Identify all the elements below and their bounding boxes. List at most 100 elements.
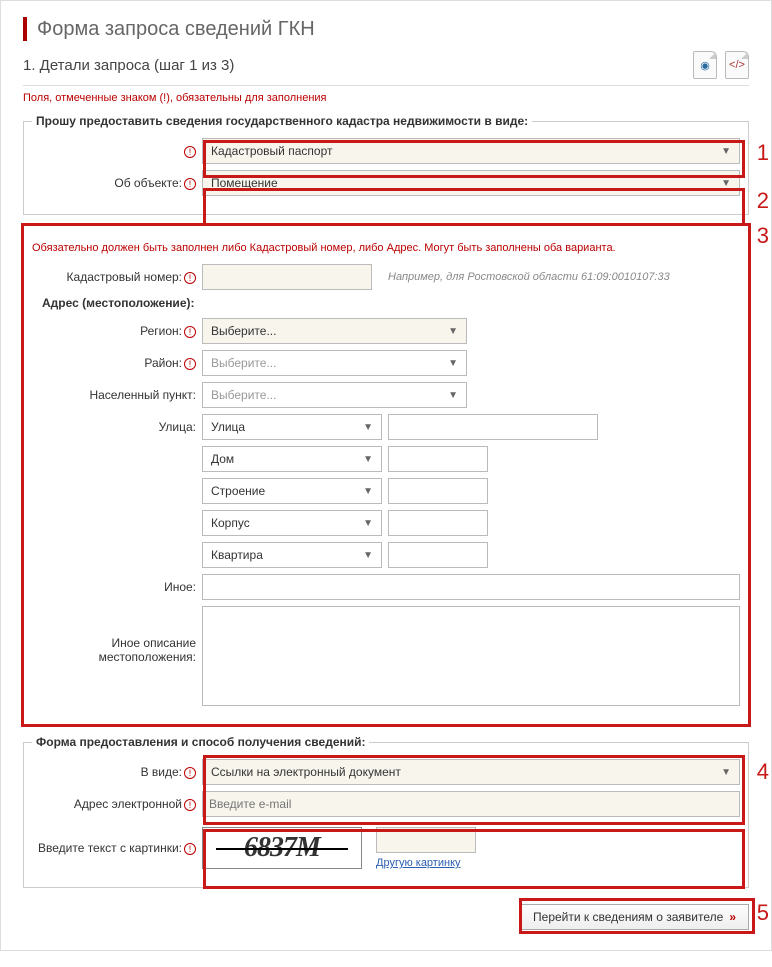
address-subheader: Адрес (местоположение): [42, 296, 740, 310]
row-building: Строение ▼ [32, 478, 740, 504]
chevron-down-icon: ▼ [448, 326, 458, 337]
captcha-image: 6837M [202, 827, 362, 869]
row-object: Об объекте:! Помещение ▼ [32, 170, 740, 196]
building-type-select[interactable]: Строение ▼ [202, 478, 382, 504]
title-accent-bar [23, 17, 27, 41]
settlement-select[interactable]: Выберите... ▼ [202, 382, 467, 408]
region-select[interactable]: Выберите... ▼ [202, 318, 467, 344]
row-flat: Квартира ▼ [32, 542, 740, 568]
chevron-down-icon: ▼ [363, 518, 373, 529]
district-select[interactable]: Выберите... ▼ [202, 350, 467, 376]
row-other: Иное: [32, 574, 740, 600]
doc-type-value: Кадастровый паспорт [211, 144, 332, 158]
row-cadastral: Кадастровый номер:! Например, для Ростов… [32, 264, 740, 290]
street-name-input[interactable] [388, 414, 598, 440]
section2-note: Обязательно должен быть заполнен либо Ка… [32, 242, 740, 254]
chevron-down-icon: ▼ [721, 178, 731, 189]
section-delivery: Форма предоставления и способ получения … [23, 735, 749, 888]
required-icon: ! [184, 358, 196, 370]
section-object-details: Обязательно должен быть заполнен либо Ка… [23, 225, 749, 725]
captcha-input[interactable] [376, 827, 476, 853]
required-icon: ! [184, 843, 196, 855]
captcha-refresh-link[interactable]: Другую картинку [376, 857, 476, 869]
chevron-down-icon: ▼ [363, 550, 373, 561]
doc-format-icons: ◉ </> [693, 51, 749, 79]
row-street: Улица: Улица ▼ [32, 414, 740, 440]
street-type-select[interactable]: Улица ▼ [202, 414, 382, 440]
chevron-down-icon: ▼ [448, 358, 458, 369]
cadastral-hint: Например, для Ростовской области 61:09:0… [388, 271, 670, 283]
doc-type-select[interactable]: Кадастровый паспорт ▼ [202, 138, 740, 164]
arrow-right-icon: » [729, 910, 736, 924]
step-title: 1. Детали запроса (шаг 1 из 3) [23, 57, 234, 74]
format-label: В виде:! [32, 765, 202, 779]
xml-icon: </> [729, 59, 745, 71]
chevron-down-icon: ▼ [721, 767, 731, 778]
settlement-label: Населенный пункт: [32, 388, 202, 402]
preview-doc-icon[interactable]: ◉ [693, 51, 717, 79]
form-page: Форма запроса сведений ГКН 1. Детали зап… [0, 0, 772, 951]
row-email: Адрес электронной! [32, 791, 740, 817]
building-number-input[interactable] [388, 478, 488, 504]
required-fields-note: Поля, отмеченные знаком (!), обязательны… [23, 92, 749, 104]
flat-type-select[interactable]: Квартира ▼ [202, 542, 382, 568]
other-desc-textarea[interactable] [202, 606, 740, 706]
submit-button[interactable]: Перейти к сведениям о заявителе » [520, 904, 749, 930]
flat-number-input[interactable] [388, 542, 488, 568]
callout-4: 4 [757, 759, 769, 785]
region-label: Регион:! [32, 324, 202, 338]
format-select[interactable]: Ссылки на электронный документ ▼ [202, 759, 740, 785]
required-icon: ! [184, 272, 196, 284]
row-house: Дом ▼ [32, 446, 740, 472]
house-number-input[interactable] [388, 446, 488, 472]
row-region: Регион:! Выберите... ▼ [32, 318, 740, 344]
object-select[interactable]: Помещение ▼ [202, 170, 740, 196]
step-header-row: 1. Детали запроса (шаг 1 из 3) ◉ </> [23, 51, 749, 86]
chevron-down-icon: ▼ [363, 486, 373, 497]
email-input[interactable] [202, 791, 740, 817]
chevron-down-icon: ▼ [721, 146, 731, 157]
house-type-select[interactable]: Дом ▼ [202, 446, 382, 472]
other-label: Иное: [32, 580, 202, 594]
row-format: В виде:! Ссылки на электронный документ … [32, 759, 740, 785]
row-settlement: Населенный пункт: Выберите... ▼ [32, 382, 740, 408]
row-korpus: Корпус ▼ [32, 510, 740, 536]
callout-1: 1 [757, 140, 769, 166]
doc-type-label: ! [32, 144, 202, 158]
korpus-number-input[interactable] [388, 510, 488, 536]
section-request-type-legend: Прошу предоставить сведения государствен… [32, 114, 532, 128]
eye-icon: ◉ [700, 59, 710, 72]
chevron-down-icon: ▼ [448, 390, 458, 401]
row-doc-type: ! Кадастровый паспорт ▼ [32, 138, 740, 164]
submit-label: Перейти к сведениям о заявителе [533, 910, 723, 924]
required-icon: ! [184, 767, 196, 779]
page-header: Форма запроса сведений ГКН [1, 1, 771, 51]
callout-2: 2 [757, 188, 769, 214]
other-input[interactable] [202, 574, 740, 600]
xml-doc-icon[interactable]: </> [725, 51, 749, 79]
required-icon: ! [184, 178, 196, 190]
chevron-down-icon: ▼ [363, 454, 373, 465]
captcha-label: Введите текст с картинки:! [32, 841, 202, 855]
object-label: Об объекте:! [32, 176, 202, 190]
cadastral-label: Кадастровый номер:! [32, 270, 202, 284]
district-label: Район:! [32, 356, 202, 370]
email-label: Адрес электронной! [32, 797, 202, 811]
street-label: Улица: [32, 420, 202, 434]
row-other-desc: Иное описание местоположения: [32, 606, 740, 706]
object-value: Помещение [211, 176, 278, 190]
section-request-type: Прошу предоставить сведения государствен… [23, 114, 749, 215]
required-icon: ! [184, 799, 196, 811]
page-title: Форма запроса сведений ГКН [37, 18, 315, 41]
korpus-type-select[interactable]: Корпус ▼ [202, 510, 382, 536]
chevron-down-icon: ▼ [363, 422, 373, 433]
callout-5: 5 [757, 900, 769, 926]
required-icon: ! [184, 146, 196, 158]
submit-row: Перейти к сведениям о заявителе » [23, 898, 749, 930]
other-desc-label: Иное описание местоположения: [32, 606, 202, 664]
required-icon: ! [184, 326, 196, 338]
section-delivery-legend: Форма предоставления и способ получения … [32, 735, 369, 749]
cadastral-input[interactable] [202, 264, 372, 290]
callout-3: 3 [757, 223, 769, 249]
form-body: 1. Детали запроса (шаг 1 из 3) ◉ </> Пол… [1, 51, 771, 930]
